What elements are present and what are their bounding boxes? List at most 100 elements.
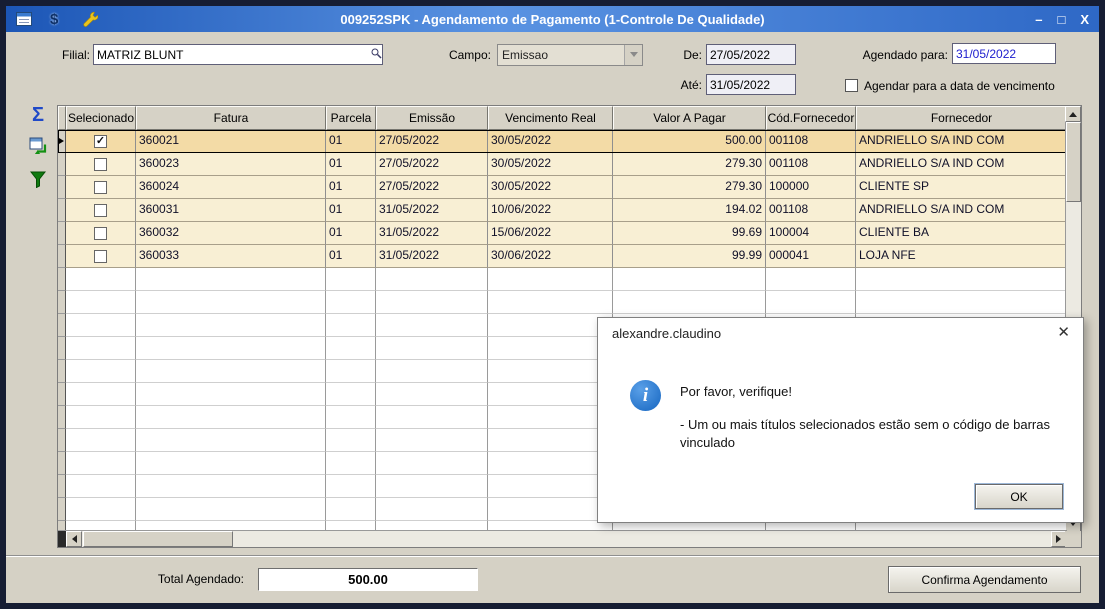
campo-dropdown[interactable]: Emissao: [497, 44, 643, 66]
cell-vencimento-real: 30/06/2022: [488, 245, 613, 268]
export-icon[interactable]: [29, 136, 47, 159]
empty-cell: [326, 475, 376, 498]
row-select-cell[interactable]: [66, 153, 136, 176]
empty-cell: [488, 498, 613, 521]
cell-emissao: 31/05/2022: [376, 222, 488, 245]
empty-cell: [136, 498, 326, 521]
empty-cell: [326, 498, 376, 521]
checkbox-icon[interactable]: [94, 204, 107, 217]
empty-cell: [488, 406, 613, 429]
empty-cell: [66, 268, 136, 291]
row-marker: [58, 360, 66, 383]
table-row[interactable]: 3600230127/05/202230/05/2022279.30001108…: [58, 153, 1081, 176]
cell-vencimento-real: 10/06/2022: [488, 199, 613, 222]
cell-valor-a-pagar: 279.30: [613, 153, 766, 176]
cell-emissao: 27/05/2022: [376, 130, 488, 153]
row-select-cell[interactable]: ✓: [66, 130, 136, 153]
empty-cell: [488, 337, 613, 360]
table-row[interactable]: 3600310131/05/202210/06/2022194.02001108…: [58, 199, 1081, 222]
campo-selected-value: Emissao: [498, 45, 624, 65]
empty-cell: [136, 475, 326, 498]
ok-button[interactable]: OK: [975, 484, 1063, 509]
empty-row: [58, 291, 1081, 314]
empty-cell: [376, 406, 488, 429]
checkbox-icon[interactable]: ✓: [94, 135, 107, 148]
empty-cell: [326, 406, 376, 429]
row-select-cell[interactable]: [66, 199, 136, 222]
checkbox-icon[interactable]: [94, 227, 107, 240]
empty-cell: [136, 337, 326, 360]
cell-cod-fornecedor: 001108: [766, 130, 856, 153]
grid-corner: [58, 106, 66, 130]
vertical-scroll-thumb[interactable]: [1066, 122, 1081, 202]
column-header[interactable]: Fatura: [136, 106, 326, 130]
column-header[interactable]: Parcela: [326, 106, 376, 130]
row-marker: [58, 176, 66, 199]
cell-fatura: 360023: [136, 153, 326, 176]
checkbox-icon[interactable]: [94, 181, 107, 194]
row-select-cell[interactable]: [66, 222, 136, 245]
empty-cell: [613, 268, 766, 291]
empty-cell: [376, 360, 488, 383]
empty-cell: [488, 383, 613, 406]
table-row[interactable]: 3600240127/05/202230/05/2022279.30100000…: [58, 176, 1081, 199]
cell-fornecedor: CLIENTE SP: [856, 176, 1067, 199]
dialog-message-title: Por favor, verifique!: [680, 384, 792, 399]
window-controls: – □ X: [1035, 6, 1089, 32]
agendado-date-input[interactable]: [952, 43, 1056, 64]
column-header[interactable]: Vencimento Real: [488, 106, 613, 130]
cell-fornecedor: ANDRIELLO S/A IND COM: [856, 130, 1067, 153]
scroll-left-button[interactable]: [66, 531, 82, 547]
cell-emissao: 27/05/2022: [376, 176, 488, 199]
chevron-down-icon[interactable]: [624, 45, 642, 65]
row-select-cell[interactable]: [66, 245, 136, 268]
minimize-button[interactable]: –: [1035, 12, 1042, 27]
maximize-button[interactable]: □: [1057, 12, 1065, 27]
filial-input[interactable]: [93, 44, 383, 65]
column-header[interactable]: Emissão: [376, 106, 488, 130]
empty-cell: [66, 429, 136, 452]
row-marker: [58, 268, 66, 291]
filter-icon[interactable]: [30, 171, 46, 193]
column-header[interactable]: Selecionado: [66, 106, 136, 130]
checkbox-icon[interactable]: [94, 158, 107, 171]
empty-cell: [376, 268, 488, 291]
column-header[interactable]: Valor A Pagar: [613, 106, 766, 130]
table-row[interactable]: 3600330131/05/202230/06/202299.99000041L…: [58, 245, 1081, 268]
dialog-title: alexandre.claudino: [612, 326, 721, 341]
cell-fornecedor: LOJA NFE: [856, 245, 1067, 268]
search-icon[interactable]: [371, 46, 382, 64]
empty-cell: [136, 268, 326, 291]
table-row[interactable]: 3600320131/05/202215/06/202299.69100004C…: [58, 222, 1081, 245]
message-dialog: alexandre.claudino ✕ i Por favor, verifi…: [597, 317, 1084, 523]
horizontal-scroll-thumb[interactable]: [83, 531, 233, 547]
empty-cell: [66, 498, 136, 521]
empty-cell: [376, 452, 488, 475]
close-button[interactable]: X: [1080, 12, 1089, 27]
empty-cell: [326, 383, 376, 406]
checkbox-icon[interactable]: [94, 250, 107, 263]
row-select-cell[interactable]: [66, 176, 136, 199]
empty-cell: [376, 337, 488, 360]
cell-cod-fornecedor: 001108: [766, 199, 856, 222]
sum-icon[interactable]: Σ: [32, 106, 44, 124]
info-icon: i: [630, 380, 661, 411]
scroll-up-button[interactable]: [1065, 106, 1081, 122]
table-row[interactable]: ✓3600210127/05/202230/05/2022500.0000110…: [58, 130, 1081, 153]
column-header[interactable]: Cód.Fornecedor: [766, 106, 856, 130]
splitter-box[interactable]: [58, 531, 66, 547]
cell-fatura: 360024: [136, 176, 326, 199]
ate-date-input[interactable]: [706, 74, 796, 95]
empty-cell: [376, 475, 488, 498]
row-marker: [58, 383, 66, 406]
cell-cod-fornecedor: 000041: [766, 245, 856, 268]
empty-cell: [66, 337, 136, 360]
column-header[interactable]: Fornecedor: [856, 106, 1067, 130]
empty-cell: [66, 314, 136, 337]
vencimento-checkbox[interactable]: [845, 79, 858, 92]
empty-cell: [66, 291, 136, 314]
de-date-input[interactable]: [706, 44, 796, 65]
dialog-close-icon[interactable]: ✕: [1057, 323, 1070, 341]
confirma-agendamento-button[interactable]: Confirma Agendamento: [888, 566, 1081, 593]
horizontal-scrollbar[interactable]: [58, 530, 1067, 547]
